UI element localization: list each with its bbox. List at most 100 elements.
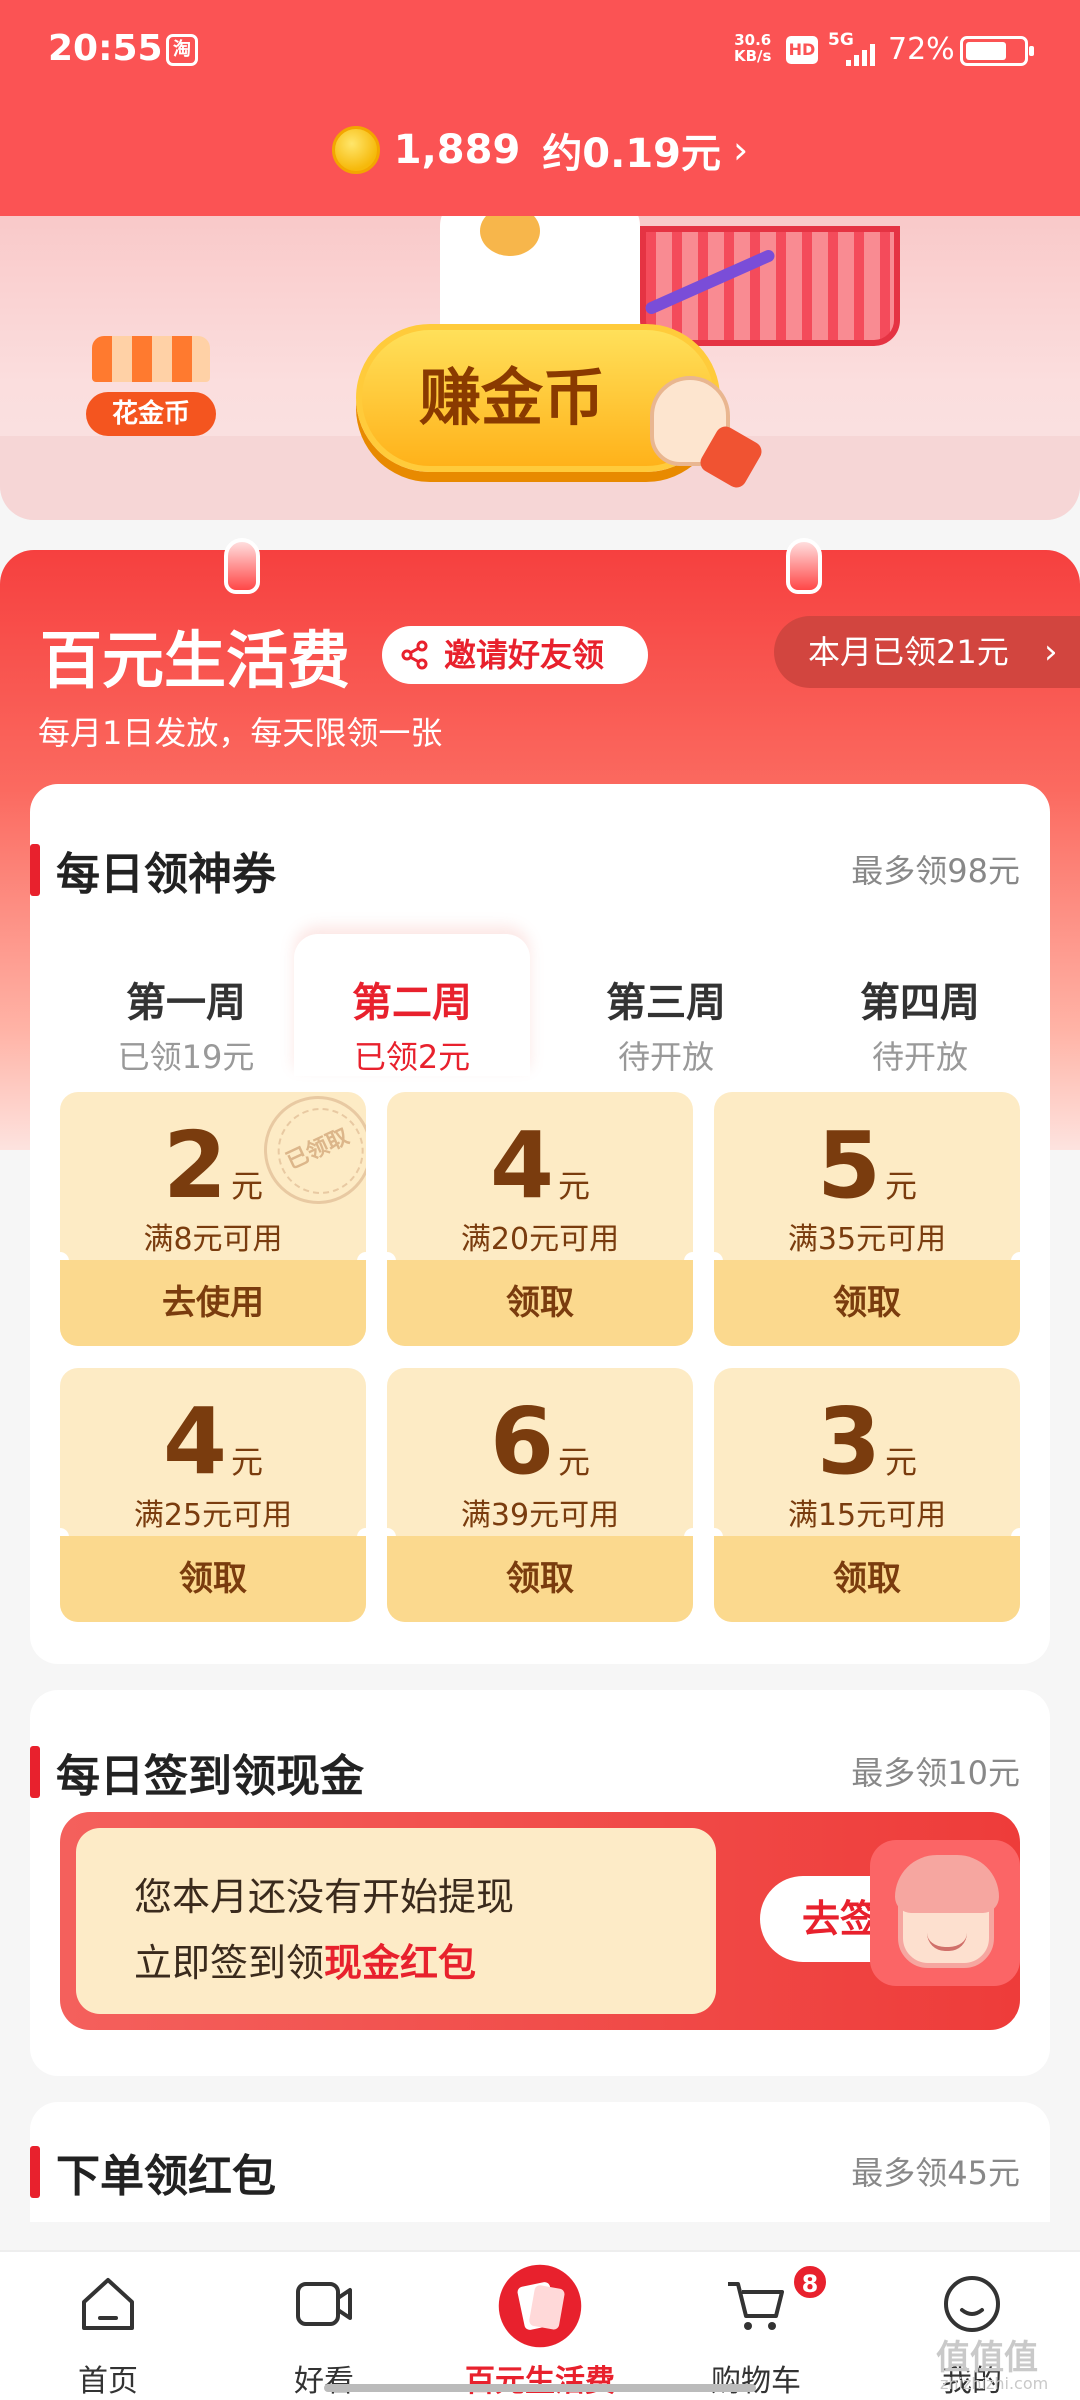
coupon-amount: 5元 <box>816 1112 918 1219</box>
watermark: 值值值 <box>936 2338 1038 2378</box>
earn-coins-label: 赚金币 <box>418 361 605 434</box>
chevron-right-icon: › <box>733 128 749 172</box>
monthly-claimed-button[interactable]: 本月已领21元 › <box>774 616 1080 688</box>
profile-icon <box>944 2276 1000 2332</box>
week-status: 已领19元 <box>117 1038 255 1076</box>
spend-coins-label: 花金币 <box>86 392 216 436</box>
nav-item-cart[interactable]: 8 购物车 <box>648 2252 864 2400</box>
coupon-use-button[interactable]: 去使用 <box>60 1260 366 1346</box>
taobao-notification-icon: 淘 <box>166 34 198 66</box>
nav-label: 好看 <box>294 2364 354 2399</box>
shopping-basket-illustration <box>640 226 900 346</box>
bottom-nav: 首页 好看 百元生活费 8 购物车 我的 <box>0 2250 1080 2400</box>
coupon-claim-button[interactable]: 领取 <box>60 1536 366 1622</box>
gold-coin-icon <box>331 126 380 174</box>
spend-coins-shop[interactable]: 花金币 <box>86 336 216 446</box>
nav-item-watch[interactable]: 好看 <box>216 2252 432 2400</box>
pin-right-icon <box>786 538 822 594</box>
signin-title: 每日签到领现金 <box>30 1740 364 1804</box>
coupon-amount: 3元 <box>816 1388 918 1495</box>
earn-coins-banner: 花金币 赚金币 <box>0 216 1080 520</box>
invite-label: 邀请好友领 <box>444 636 605 674</box>
home-indicator[interactable] <box>324 2384 756 2392</box>
customer-service-avatar-icon[interactable] <box>870 1840 1020 1986</box>
cash-red-packet-highlight: 现金红包 <box>324 1941 477 1985</box>
red-packet-icon <box>498 2264 582 2348</box>
week-status: 待开放 <box>871 1038 968 1076</box>
net-speed: 30.6 KB/s <box>734 32 771 64</box>
coupon-condition: 满15元可用 <box>787 1498 947 1533</box>
coupon-condition: 满20元可用 <box>460 1222 620 1257</box>
coupon-card: 4元 满20元可用 领取 <box>387 1092 693 1346</box>
coin-balance[interactable]: 1,889 约0.19元 › <box>0 120 1080 180</box>
tab-week-3[interactable]: 第三周 待开放 <box>548 934 784 1076</box>
signal-bars-icon <box>846 44 876 66</box>
signin-max: 最多领10元 <box>851 1754 1020 1792</box>
week-tabs: 第一周 已领19元 第二周 已领2元 第三周 待开放 第四周 待开放 <box>30 934 1050 1076</box>
pin-left-icon <box>224 538 260 594</box>
coupon-card: 5元 满35元可用 领取 <box>714 1092 1020 1346</box>
battery-icon <box>960 36 1034 66</box>
nav-item-home[interactable]: 首页 <box>0 2252 216 2400</box>
coin-count: 1,889 <box>393 127 521 173</box>
battery-percent: 72% <box>888 32 955 67</box>
order-red-packet-card: 下单领红包 最多领45元 <box>30 2102 1050 2222</box>
top-header: 20:55 淘 30.6 KB/s HD 5G 72% 1,889 约0.19元… <box>0 0 1080 216</box>
tab-week-2[interactable]: 第二周 已领2元 <box>294 934 530 1076</box>
coupon-amount: 2元 <box>162 1112 264 1219</box>
coupon-amount: 4元 <box>162 1388 264 1495</box>
coupon-claim-button[interactable]: 领取 <box>714 1260 1020 1346</box>
signin-line-2: 立即签到领现金红包 <box>134 1941 477 1985</box>
week-label: 第三周 <box>606 980 726 1026</box>
watermark-url: zhizhizhi.com <box>940 2374 1049 2393</box>
coupon-claim-button[interactable]: 领取 <box>714 1536 1020 1622</box>
mascot-illustration <box>440 216 640 336</box>
cart-icon <box>728 2282 784 2330</box>
coupon-condition: 满39元可用 <box>460 1498 620 1533</box>
coupon-condition: 满35元可用 <box>787 1222 947 1257</box>
week-status: 待开放 <box>617 1038 714 1076</box>
tab-week-1[interactable]: 第一周 已领19元 <box>68 934 304 1076</box>
order-max: 最多领45元 <box>851 2154 1020 2192</box>
coupon-card: 3元 满15元可用 领取 <box>714 1368 1020 1622</box>
nav-item-living-allowance[interactable]: 百元生活费 <box>432 2252 648 2400</box>
coupon-card: 4元 满25元可用 领取 <box>60 1368 366 1622</box>
tab-week-4[interactable]: 第四周 待开放 <box>802 934 1038 1076</box>
home-icon <box>82 2278 134 2330</box>
pointing-hand-icon <box>650 376 730 466</box>
section-title: 百元生活费 <box>40 624 351 697</box>
daily-coupons-max: 最多领98元 <box>851 852 1020 890</box>
coupon-condition: 满25元可用 <box>133 1498 293 1533</box>
hd-icon: HD <box>786 36 818 64</box>
week-label: 第二周 <box>352 980 472 1026</box>
claimed-label: 本月已领21元 <box>808 633 1009 671</box>
section-subtitle: 每月1日发放，每天限领一张 <box>38 714 443 752</box>
coupon-claim-button[interactable]: 领取 <box>387 1536 693 1622</box>
week-label: 第一周 <box>126 980 246 1026</box>
coupon-card: 6元 满39元可用 领取 <box>387 1368 693 1622</box>
signin-line-1: 您本月还没有开始提现 <box>134 1875 515 1919</box>
share-icon <box>401 640 428 670</box>
chevron-right-icon: › <box>1044 632 1058 672</box>
nav-label: 百元生活费 <box>465 2364 615 2399</box>
coupon-condition: 满8元可用 <box>143 1222 283 1257</box>
shop-awning-icon <box>92 336 210 382</box>
week-status: 已领2元 <box>353 1038 471 1076</box>
order-title: 下单领红包 <box>30 2140 276 2204</box>
signin-message: 您本月还没有开始提现 立即签到领现金红包 <box>76 1828 716 2014</box>
coin-approx-value: 约0.19元 <box>542 131 722 177</box>
nav-label: 购物车 <box>711 2364 801 2399</box>
invite-friends-button[interactable]: 邀请好友领 <box>382 626 648 684</box>
coupon-amount: 6元 <box>489 1388 591 1495</box>
daily-coupons-card: 每日领神券 最多领98元 第一周 已领19元 第二周 已领2元 第三周 待开放 … <box>30 784 1050 1664</box>
status-time: 20:55 <box>48 28 163 69</box>
cart-badge: 8 <box>792 2264 828 2300</box>
coupon-claim-button[interactable]: 领取 <box>387 1260 693 1346</box>
daily-coupons-title: 每日领神券 <box>30 838 276 902</box>
battery-level <box>966 42 1006 60</box>
net-speed-unit: KB/s <box>734 47 772 65</box>
status-bar: 20:55 淘 30.6 KB/s HD 5G 72% <box>0 0 1080 100</box>
coupon-card: 已领取 2元 满8元可用 去使用 <box>60 1092 366 1346</box>
nav-label: 首页 <box>78 2364 138 2399</box>
video-icon <box>296 2282 352 2326</box>
